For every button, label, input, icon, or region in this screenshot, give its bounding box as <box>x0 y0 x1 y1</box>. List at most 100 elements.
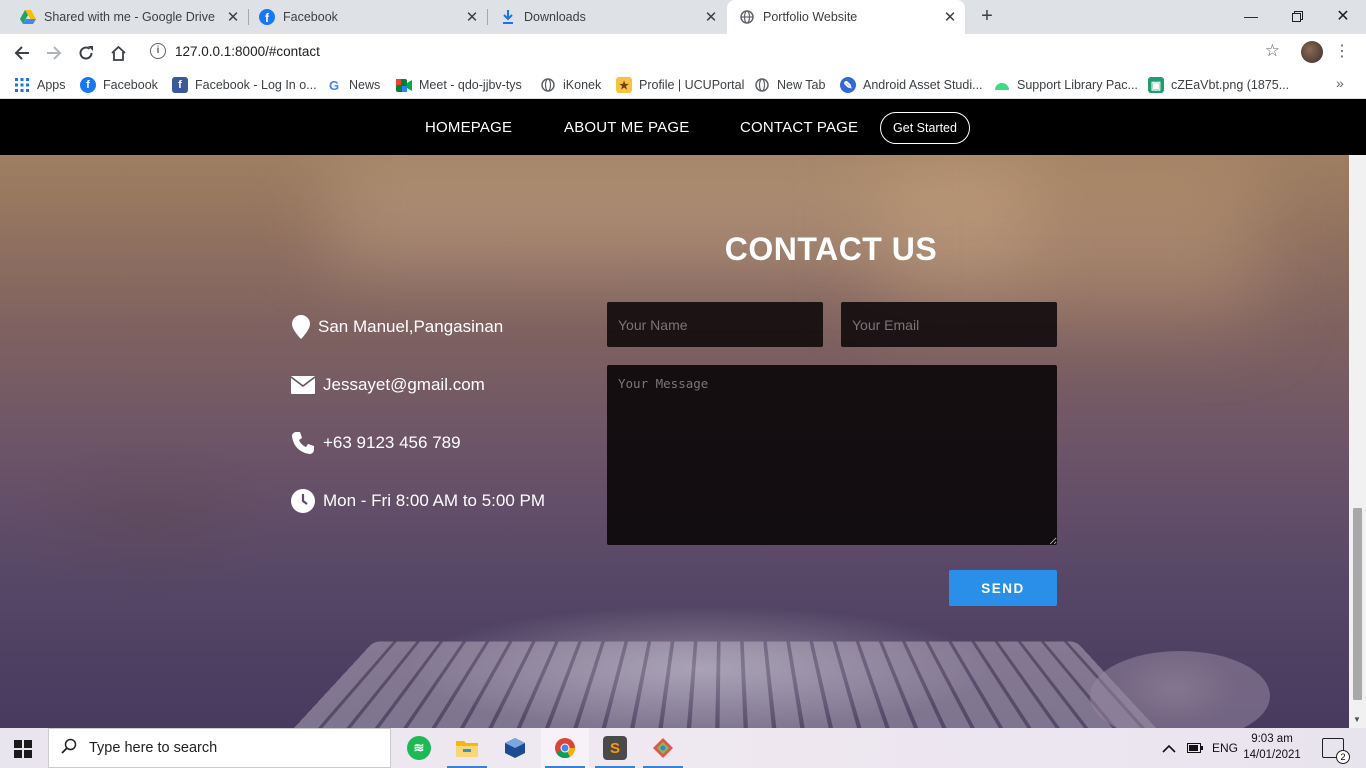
windows-taskbar: Type here to search ≋ S ENG 9:03 am 14/0… <box>0 728 1366 768</box>
globe-icon <box>754 77 770 93</box>
email-text: Jessayet@gmail.com <box>323 375 485 394</box>
forward-button[interactable] <box>42 41 66 65</box>
close-icon[interactable]: ✕ <box>702 8 720 26</box>
envelope-icon <box>291 373 315 397</box>
taskbar-git-tool[interactable] <box>639 728 687 768</box>
bookmark-new-tab[interactable]: New Tab <box>754 76 825 94</box>
sublime-text-icon: S <box>603 736 627 760</box>
nav-link-contact[interactable]: CONTACT PAGE <box>740 119 858 136</box>
profile-avatar[interactable] <box>1301 41 1323 63</box>
bookmark-image[interactable]: ▣ cZEaVbt.png (1875... <box>1148 76 1289 94</box>
portal-icon: ★ <box>616 77 632 93</box>
nav-link-homepage[interactable]: HOMEPAGE <box>425 119 512 136</box>
windows-start-icon[interactable] <box>14 740 32 758</box>
globe-icon <box>739 9 755 25</box>
address-text: San Manuel,Pangasinan <box>318 317 504 336</box>
tab-facebook[interactable]: f Facebook ✕ <box>249 0 487 34</box>
tray-chevron-up-icon[interactable] <box>1162 728 1176 768</box>
tab-google-drive[interactable]: Shared with me - Google Drive ✕ <box>0 0 248 34</box>
google-icon: G <box>328 77 340 93</box>
bookmark-support-library[interactable]: Support Library Pac... <box>994 76 1138 94</box>
notification-count-badge: 2 <box>1336 750 1350 764</box>
bookmark-label: Profile | UCUPortal <box>639 78 745 92</box>
bookmark-label: Meet - qdo-jjbv-tys <box>419 78 522 92</box>
taskbar-sublime[interactable]: S <box>591 728 639 768</box>
arrow-left-icon <box>14 46 29 60</box>
spotify-icon: ≋ <box>407 736 431 760</box>
scrollbar-thumb[interactable] <box>1353 508 1362 700</box>
contact-heading: CONTACT US <box>724 231 938 267</box>
name-field[interactable] <box>607 302 823 347</box>
bookmark-star-icon[interactable]: ☆ <box>1265 41 1280 61</box>
google-drive-icon <box>20 9 36 25</box>
restore-button[interactable] <box>1274 0 1320 32</box>
bookmark-ikonek[interactable]: iKonek <box>540 76 601 94</box>
language-indicator[interactable]: ENG <box>1212 728 1238 768</box>
browser-tab-strip: Shared with me - Google Drive ✕ f Facebo… <box>0 0 1366 34</box>
bookmark-news[interactable]: G News <box>326 76 380 94</box>
bookmark-label: Android Asset Studi... <box>863 78 983 92</box>
battery-icon[interactable] <box>1187 728 1203 768</box>
bookmark-meet[interactable]: Meet - qdo-jjbv-tys <box>396 76 522 94</box>
tab-portfolio-website[interactable]: Portfolio Website ✕ <box>727 0 965 34</box>
site-info-icon[interactable]: i <box>150 43 166 59</box>
page-scrollbar[interactable]: ▼ <box>1349 155 1366 728</box>
google-meet-icon <box>396 77 412 93</box>
bookmark-android-asset-studio[interactable]: ✎ Android Asset Studi... <box>840 76 983 94</box>
image-icon: ▣ <box>1148 77 1164 93</box>
message-field[interactable] <box>607 365 1057 545</box>
reload-button[interactable] <box>74 41 98 65</box>
get-started-button[interactable]: Get Started <box>880 112 970 144</box>
android-asset-studio-icon: ✎ <box>840 77 856 93</box>
bookmark-facebook[interactable]: f Facebook <box>80 76 158 94</box>
taskbar-virtualbox[interactable] <box>491 728 539 768</box>
download-icon <box>500 9 516 25</box>
chevron-double-right-icon[interactable]: » <box>1336 75 1344 91</box>
taskbar-chrome[interactable] <box>541 728 589 768</box>
email-row: Jessayet@gmail.com <box>291 373 485 397</box>
tab-title: Portfolio Website <box>763 10 858 24</box>
taskbar-search[interactable]: Type here to search <box>48 728 391 768</box>
search-placeholder: Type here to search <box>89 740 218 756</box>
bookmark-facebook-login[interactable]: f Facebook - Log In o... <box>172 76 317 94</box>
bookmark-ucuportal[interactable]: ★ Profile | UCUPortal <box>616 76 744 94</box>
phone-text: +63 9123 456 789 <box>323 433 461 452</box>
tab-downloads[interactable]: Downloads ✕ <box>488 0 726 34</box>
taskbar-spotify[interactable]: ≋ <box>395 728 443 768</box>
home-button[interactable] <box>106 41 130 65</box>
reload-icon <box>79 46 93 60</box>
facebook-icon: f <box>259 9 275 25</box>
close-icon[interactable]: ✕ <box>463 8 481 26</box>
minimize-button[interactable]: — <box>1228 0 1274 32</box>
taskbar-clock[interactable]: 9:03 am 14/01/2021 <box>1242 731 1302 763</box>
taskbar-file-explorer[interactable] <box>443 728 491 768</box>
file-explorer-icon <box>455 736 479 760</box>
more-menu-icon[interactable]: ⋮ <box>1334 41 1350 63</box>
restore-icon <box>1291 10 1303 22</box>
git-tool-icon <box>651 736 675 760</box>
close-icon[interactable]: ✕ <box>224 8 242 26</box>
android-icon <box>994 77 1010 93</box>
tab-title: Shared with me - Google Drive <box>44 10 215 24</box>
address-bar[interactable]: i 127.0.0.1:8000/#contact ☆ <box>142 39 1290 65</box>
notification-center-icon[interactable]: 2 <box>1322 738 1350 764</box>
search-icon <box>61 738 87 759</box>
new-tab-button[interactable]: + <box>976 5 998 27</box>
close-window-button[interactable]: ✕ <box>1320 0 1366 32</box>
hours-row: Mon - Fri 8:00 AM to 5:00 PM <box>291 489 545 513</box>
url-text: 127.0.0.1:8000/#contact <box>175 44 320 59</box>
tab-title: Downloads <box>524 10 586 24</box>
address-row: San Manuel,Pangasinan <box>291 315 503 339</box>
back-button[interactable] <box>10 41 34 65</box>
bookmark-label: Support Library Pac... <box>1017 78 1138 92</box>
scroll-down-arrow-icon[interactable]: ▼ <box>1353 715 1361 724</box>
bookmark-label: Facebook - Log In o... <box>195 78 317 92</box>
send-button[interactable]: SEND <box>949 570 1057 606</box>
bookmark-label: Facebook <box>103 78 158 92</box>
bookmark-apps[interactable]: Apps <box>14 76 66 94</box>
email-field[interactable] <box>841 302 1057 347</box>
nav-link-about[interactable]: ABOUT ME PAGE <box>564 119 689 136</box>
arrow-right-icon <box>47 46 62 60</box>
page-viewport: HOMEPAGE ABOUT ME PAGE CONTACT PAGE Get … <box>0 99 1366 728</box>
close-icon[interactable]: ✕ <box>941 8 959 26</box>
